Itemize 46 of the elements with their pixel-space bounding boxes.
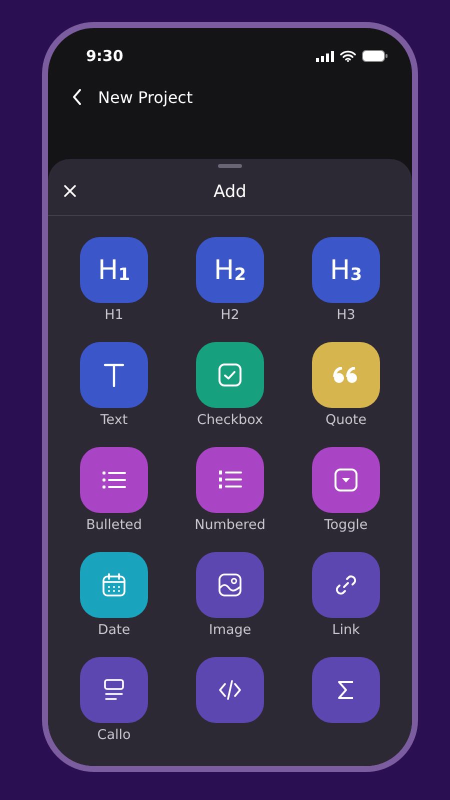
drag-handle[interactable] <box>218 164 242 168</box>
block-label: Toggle <box>324 517 368 533</box>
block-tile[interactable] <box>196 552 264 618</box>
block-label: Link <box>332 622 360 638</box>
block-tile[interactable] <box>312 342 380 408</box>
block-tile[interactable] <box>80 342 148 408</box>
battery-icon <box>362 50 388 62</box>
code-icon <box>218 680 242 700</box>
chevron-left-icon <box>72 89 82 105</box>
image-icon <box>218 573 242 597</box>
checkbox-icon <box>218 363 242 387</box>
block-tile[interactable] <box>80 657 148 723</box>
block-tile[interactable] <box>196 447 264 513</box>
block-tile[interactable] <box>80 552 148 618</box>
close-icon <box>63 184 77 198</box>
dropdown-icon <box>334 468 358 492</box>
block-tile[interactable] <box>196 657 264 723</box>
block-label: Bulleted <box>86 517 142 533</box>
page-title: New Project <box>98 88 193 106</box>
block-label: Checkbox <box>197 412 263 428</box>
calendar-icon <box>102 573 126 597</box>
block-tile[interactable] <box>312 657 380 723</box>
block-label: H1 <box>104 307 124 323</box>
signal-icon <box>316 50 334 62</box>
block-tile[interactable] <box>196 342 264 408</box>
callout-icon <box>104 679 124 701</box>
sheet-title: Add <box>214 182 246 202</box>
status-time: 9:30 <box>86 47 124 65</box>
block-label: Image <box>208 622 252 638</box>
block-label: Numbered <box>194 517 266 533</box>
block-label: Date <box>98 622 130 638</box>
quote-icon <box>333 367 359 383</box>
block-label: H3 <box>336 307 356 323</box>
block-tile[interactable] <box>80 447 148 513</box>
link-icon <box>334 573 358 597</box>
block-label: Quote <box>325 412 367 428</box>
numbered-list-icon <box>218 470 242 490</box>
block-label: Text <box>100 412 128 428</box>
wifi-icon <box>340 50 356 62</box>
block-tile[interactable] <box>312 447 380 513</box>
block-label: H2 <box>220 307 240 323</box>
text-icon <box>103 363 125 387</box>
block-label: Callo <box>97 727 131 743</box>
block-tile[interactable] <box>312 552 380 618</box>
sigma-icon <box>337 680 355 700</box>
bulleted-list-icon <box>102 471 126 489</box>
